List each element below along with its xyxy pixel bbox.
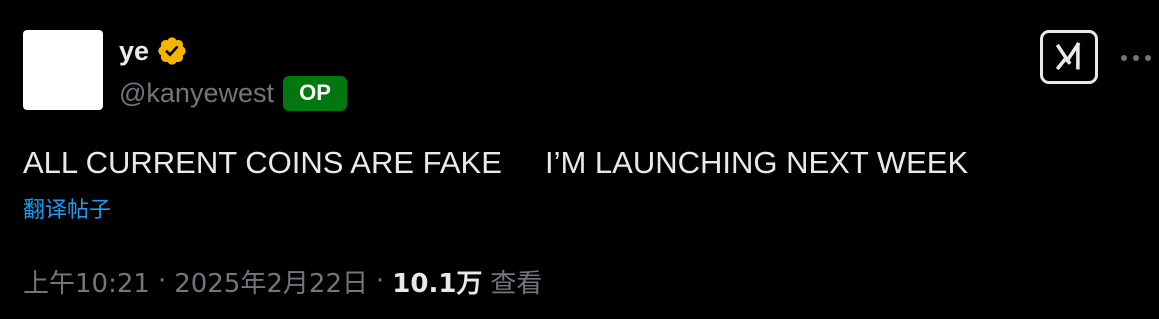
tweet-text: ALL CURRENT COINS ARE FAKE I’M LAUNCHING…	[23, 145, 969, 180]
tweet-date[interactable]: 2025年2月22日	[174, 263, 368, 300]
views-label[interactable]: 查看	[490, 263, 542, 300]
author-name-row: ye	[119, 33, 188, 69]
author-handle-row: @kanyewest OP	[119, 74, 347, 112]
op-badge: OP	[282, 75, 347, 111]
meta-separator: ·	[157, 266, 167, 296]
verified-badge-icon[interactable]	[156, 35, 188, 67]
views-count[interactable]: 10.1万	[392, 263, 482, 300]
more-horizontal-icon	[1121, 55, 1151, 61]
author-display-name[interactable]: ye	[119, 33, 149, 69]
author-handle[interactable]: @kanyewest	[119, 75, 274, 111]
tweet-meta: 上午10:21 · 2025年2月22日 · 10.1万 查看	[23, 262, 542, 300]
translate-post-link[interactable]: 翻译帖子	[23, 196, 111, 226]
more-options-button[interactable]	[1119, 44, 1153, 72]
tweet-time[interactable]: 上午10:21	[23, 263, 150, 300]
grok-icon	[1055, 42, 1081, 71]
meta-separator: ·	[376, 266, 385, 296]
avatar[interactable]	[23, 30, 103, 110]
grok-button[interactable]	[1040, 30, 1098, 84]
